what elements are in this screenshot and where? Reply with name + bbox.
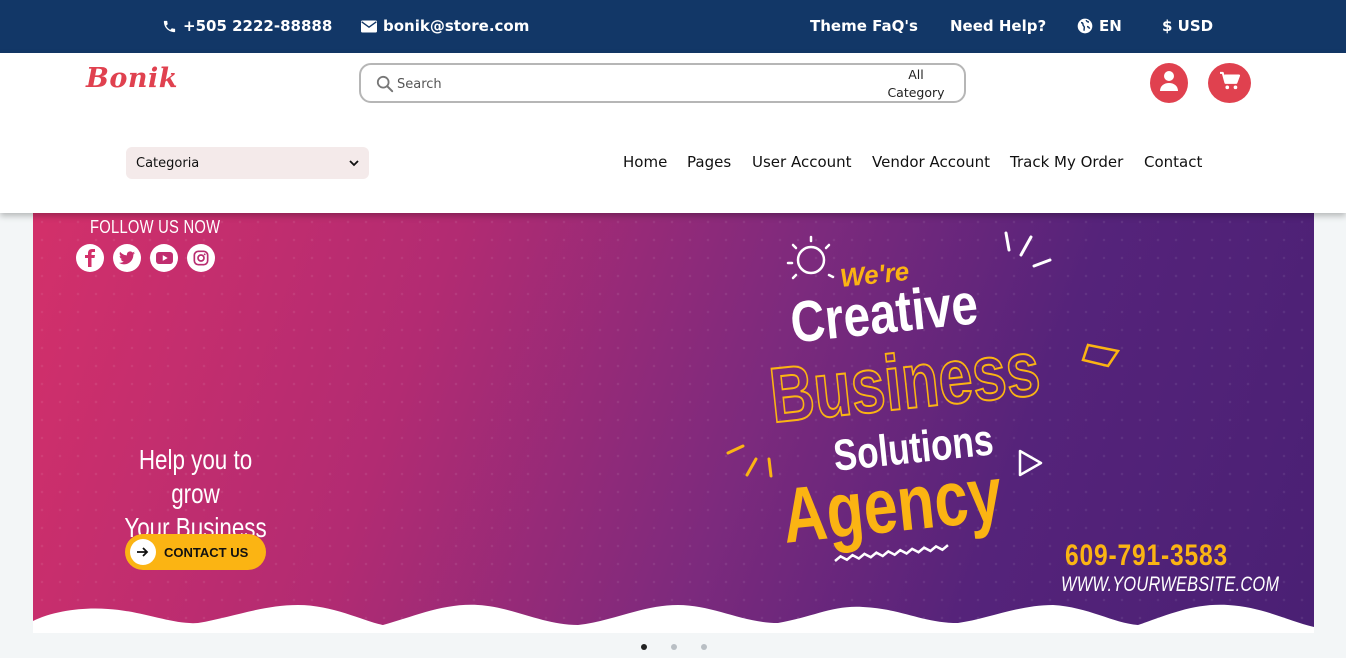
theme-faq-label: Theme FaQ's [810, 17, 918, 35]
slider-dot-3[interactable] [701, 644, 707, 650]
language-selector[interactable]: EN [1077, 17, 1122, 35]
nav-pages[interactable]: Pages [687, 153, 731, 171]
diamond-doodle-icon [1081, 343, 1121, 368]
category-select[interactable]: Categoria [126, 147, 369, 179]
phone-contact[interactable]: +505 2222-88888 [161, 17, 332, 35]
wave-divider [33, 604, 1314, 633]
accent-marks-icon [726, 444, 773, 478]
banner-website: WWW.YOURWEBSITE.COM [1061, 573, 1280, 596]
phone-text: +505 2222-88888 [183, 17, 333, 35]
headline-graphic: We're Creative Business Solutions Agency [726, 231, 1121, 562]
user-account-button[interactable] [1150, 63, 1188, 103]
search-input[interactable] [397, 74, 837, 94]
youtube-icon[interactable] [150, 244, 178, 272]
main-header: Bonik All Category Categoria Home Pages … [0, 53, 1346, 213]
nav-track-order[interactable]: Track My Order [1010, 153, 1123, 171]
arrow-right-icon [130, 539, 156, 565]
chevron-down-icon [349, 156, 359, 171]
headline-agency: Agency [778, 450, 1006, 559]
facebook-icon[interactable] [76, 244, 104, 272]
banner-tagline: Help you to grow Your Business [114, 443, 278, 545]
category-select-value: Categoria [136, 155, 200, 171]
brand-logo[interactable]: Bonik [86, 63, 178, 94]
top-bar: +505 2222-88888 bonik@store.com Theme Fa… [0, 0, 1346, 53]
nav-home[interactable]: Home [623, 153, 667, 171]
search-icon[interactable] [376, 75, 394, 93]
all-category-line1: All [908, 67, 924, 82]
sun-doodle-icon [786, 235, 835, 280]
currency-label: $ USD [1162, 17, 1214, 35]
slider-dot-2[interactable] [671, 644, 677, 650]
need-help-link[interactable]: Need Help? [950, 17, 1046, 35]
contact-us-label: CONTACT US [164, 544, 249, 560]
instagram-icon[interactable] [187, 244, 215, 272]
nav-vendor-account[interactable]: Vendor Account [872, 153, 990, 171]
user-icon [1159, 70, 1179, 97]
globe-icon [1077, 18, 1093, 34]
tagline-line1: Help you to grow [138, 444, 253, 509]
contact-us-button[interactable]: CONTACT US [125, 534, 266, 570]
hero-banner: FOLLOW US NOW Help you to grow Your Busi… [33, 213, 1314, 633]
follow-us-label: FOLLOW US NOW [90, 217, 221, 237]
envelope-icon [361, 18, 377, 34]
phone-icon [161, 18, 177, 34]
nav-user-account[interactable]: User Account [752, 153, 852, 171]
all-category-dropdown[interactable]: All Category [869, 66, 963, 102]
cart-button[interactable] [1208, 63, 1251, 103]
cart-icon [1219, 71, 1241, 96]
email-contact[interactable]: bonik@store.com [361, 17, 529, 35]
currency-selector[interactable]: $ USD [1162, 17, 1213, 35]
email-text: bonik@store.com [383, 17, 530, 35]
play-triangle-icon [1018, 449, 1043, 477]
language-label: EN [1099, 17, 1122, 35]
search-bar: All Category [359, 63, 966, 103]
nav-contact[interactable]: Contact [1144, 153, 1202, 171]
slider-dot-1[interactable] [641, 644, 647, 650]
need-help-label: Need Help? [950, 17, 1047, 35]
theme-faq-link[interactable]: Theme FaQ's [810, 17, 918, 35]
banner-phone: 609-791-3583 [1065, 539, 1229, 572]
twitter-icon[interactable] [113, 244, 141, 272]
spark-lines-icon [1004, 231, 1052, 268]
all-category-line2: Category [887, 85, 945, 100]
